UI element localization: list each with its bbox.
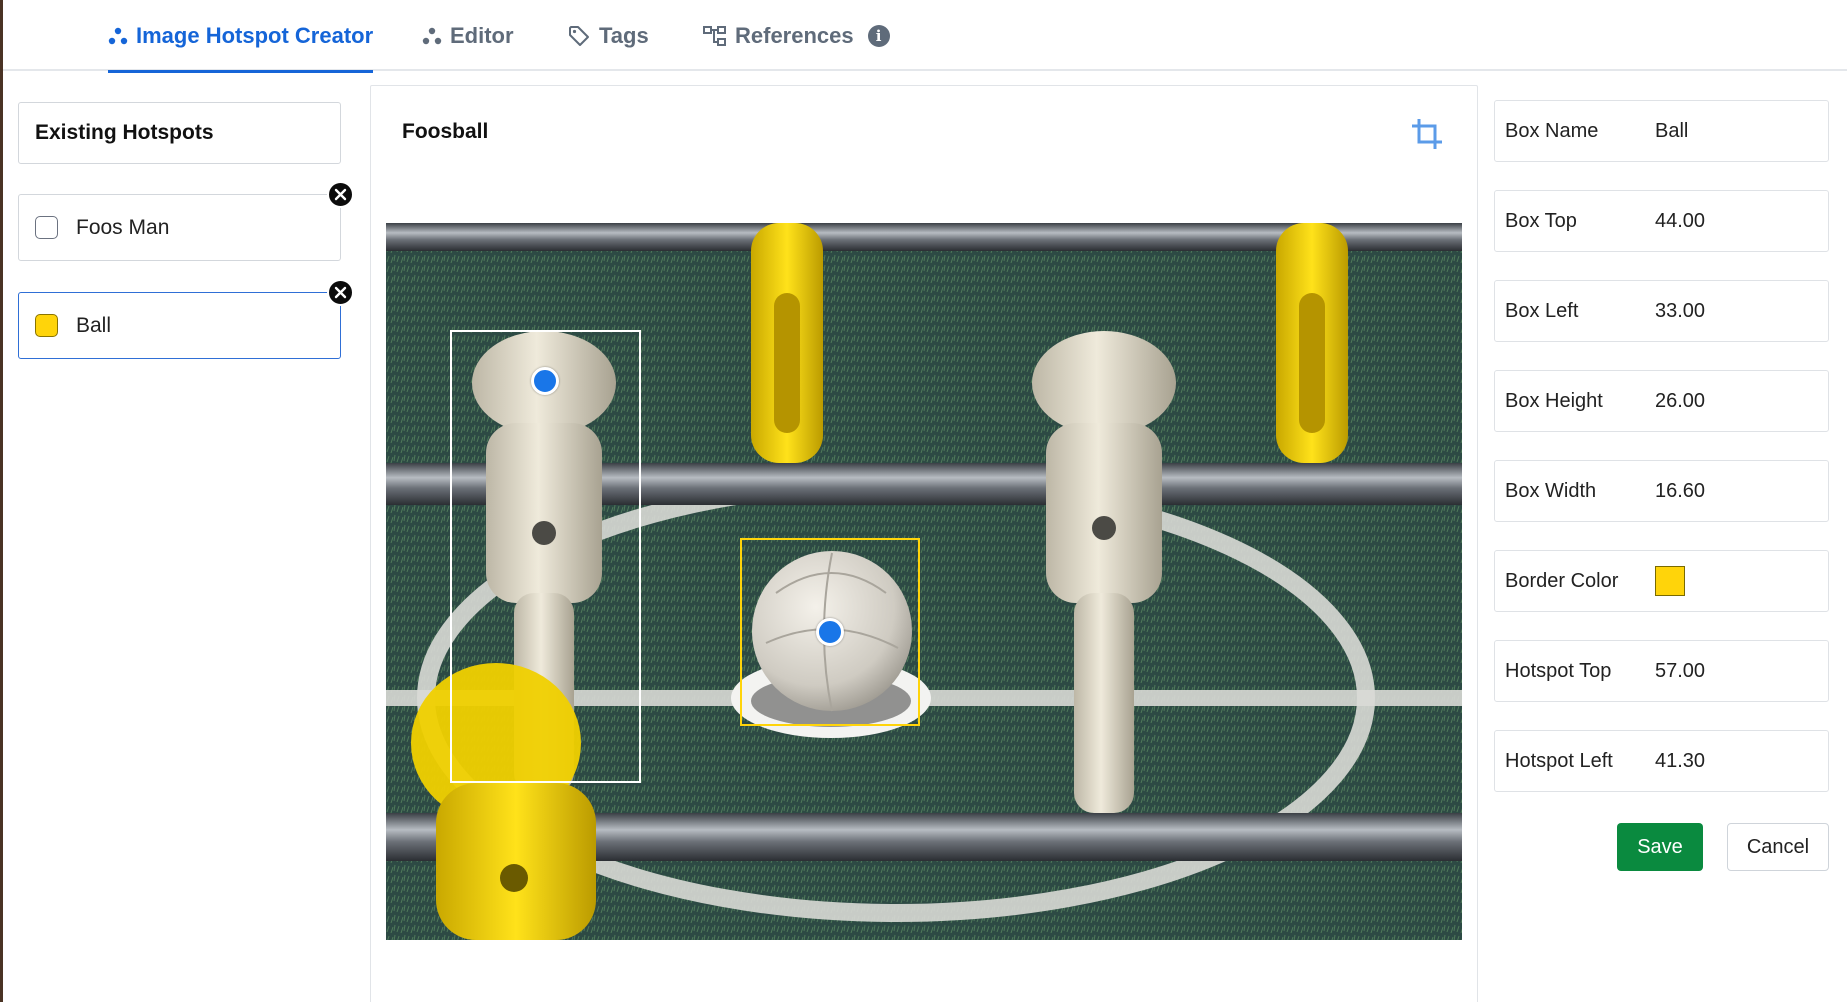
tab-label: Image Hotspot Creator [136,22,374,48]
field-value[interactable]: 41.30 [1655,750,1828,773]
field-value[interactable]: 57.00 [1655,660,1828,683]
box-top-field[interactable]: Box Top 44.00 [1494,190,1829,252]
box-left-field[interactable]: Box Left 33.00 [1494,280,1829,342]
border-color-field[interactable]: Border Color [1494,550,1829,612]
field-value[interactable]: 16.60 [1655,480,1828,503]
hotspot-left-field[interactable]: Hotspot Left 41.30 [1494,730,1829,792]
tab-bar: Image Hotspot Creator Editor Tags Refere… [3,0,1847,73]
field-value[interactable]: 33.00 [1655,300,1828,323]
field-label: Box Height [1505,389,1603,412]
close-icon [334,188,347,201]
tab-tags[interactable]: Tags [567,0,649,71]
window-edge [0,0,3,1002]
crop-button[interactable] [1407,114,1447,154]
field-label: Box Name [1505,119,1599,142]
crop-icon [1412,119,1442,149]
field-label: Box Left [1505,299,1579,322]
hotspot-item-foos-man[interactable]: Foos Man [18,181,354,261]
existing-hotspots-header: Existing Hotspots [18,102,341,164]
field-value[interactable]: Ball [1655,120,1828,143]
tab-label: References [735,22,854,48]
tab-label: Editor [450,22,514,48]
existing-hotspots-title: Existing Hotspots [35,121,214,144]
box-name-field[interactable]: Box Name Ball [1494,100,1829,162]
image-title: Foosball [402,120,489,143]
field-label: Border Color [1505,569,1619,592]
field-value[interactable]: 26.00 [1655,390,1828,413]
field-label: Hotspot Left [1505,749,1613,772]
tab-editor[interactable]: Editor [422,0,514,71]
remove-hotspot-button[interactable] [327,279,354,306]
cancel-button[interactable]: Cancel [1727,823,1829,871]
hotspot-creator-icon [108,26,128,46]
remove-hotspot-button[interactable] [327,181,354,208]
hotspot-item-ball[interactable]: Ball [18,279,354,359]
save-button[interactable]: Save [1617,823,1703,871]
info-icon[interactable]: i [867,24,890,47]
foosball-image[interactable] [386,223,1462,940]
field-label: Hotspot Top [1505,659,1612,682]
hotspot-label: Foos Man [76,215,170,239]
hotspot-marker-ball[interactable] [816,618,844,646]
hotspot-marker-foos-man[interactable] [531,367,559,395]
field-label: Box Width [1505,479,1597,502]
box-width-field[interactable]: Box Width 16.60 [1494,460,1829,522]
tab-references[interactable]: References i [703,0,890,71]
field-value[interactable]: 44.00 [1655,210,1828,233]
hotspot-top-field[interactable]: Hotspot Top 57.00 [1494,640,1829,702]
tag-icon [567,24,591,48]
hotspot-color-checkbox[interactable] [35,314,58,337]
editor-icon [422,26,442,46]
tab-image-hotspot-creator[interactable]: Image Hotspot Creator [108,0,374,73]
box-height-field[interactable]: Box Height 26.00 [1494,370,1829,432]
hotspot-checkbox[interactable] [35,216,58,239]
references-icon [703,25,727,47]
close-icon [334,286,347,299]
hotspot-box-foos-man[interactable] [450,330,641,783]
border-color-swatch[interactable] [1655,566,1685,596]
tab-label: Tags [599,22,649,48]
field-label: Box Top [1505,209,1577,232]
hotspot-label: Ball [76,313,112,337]
